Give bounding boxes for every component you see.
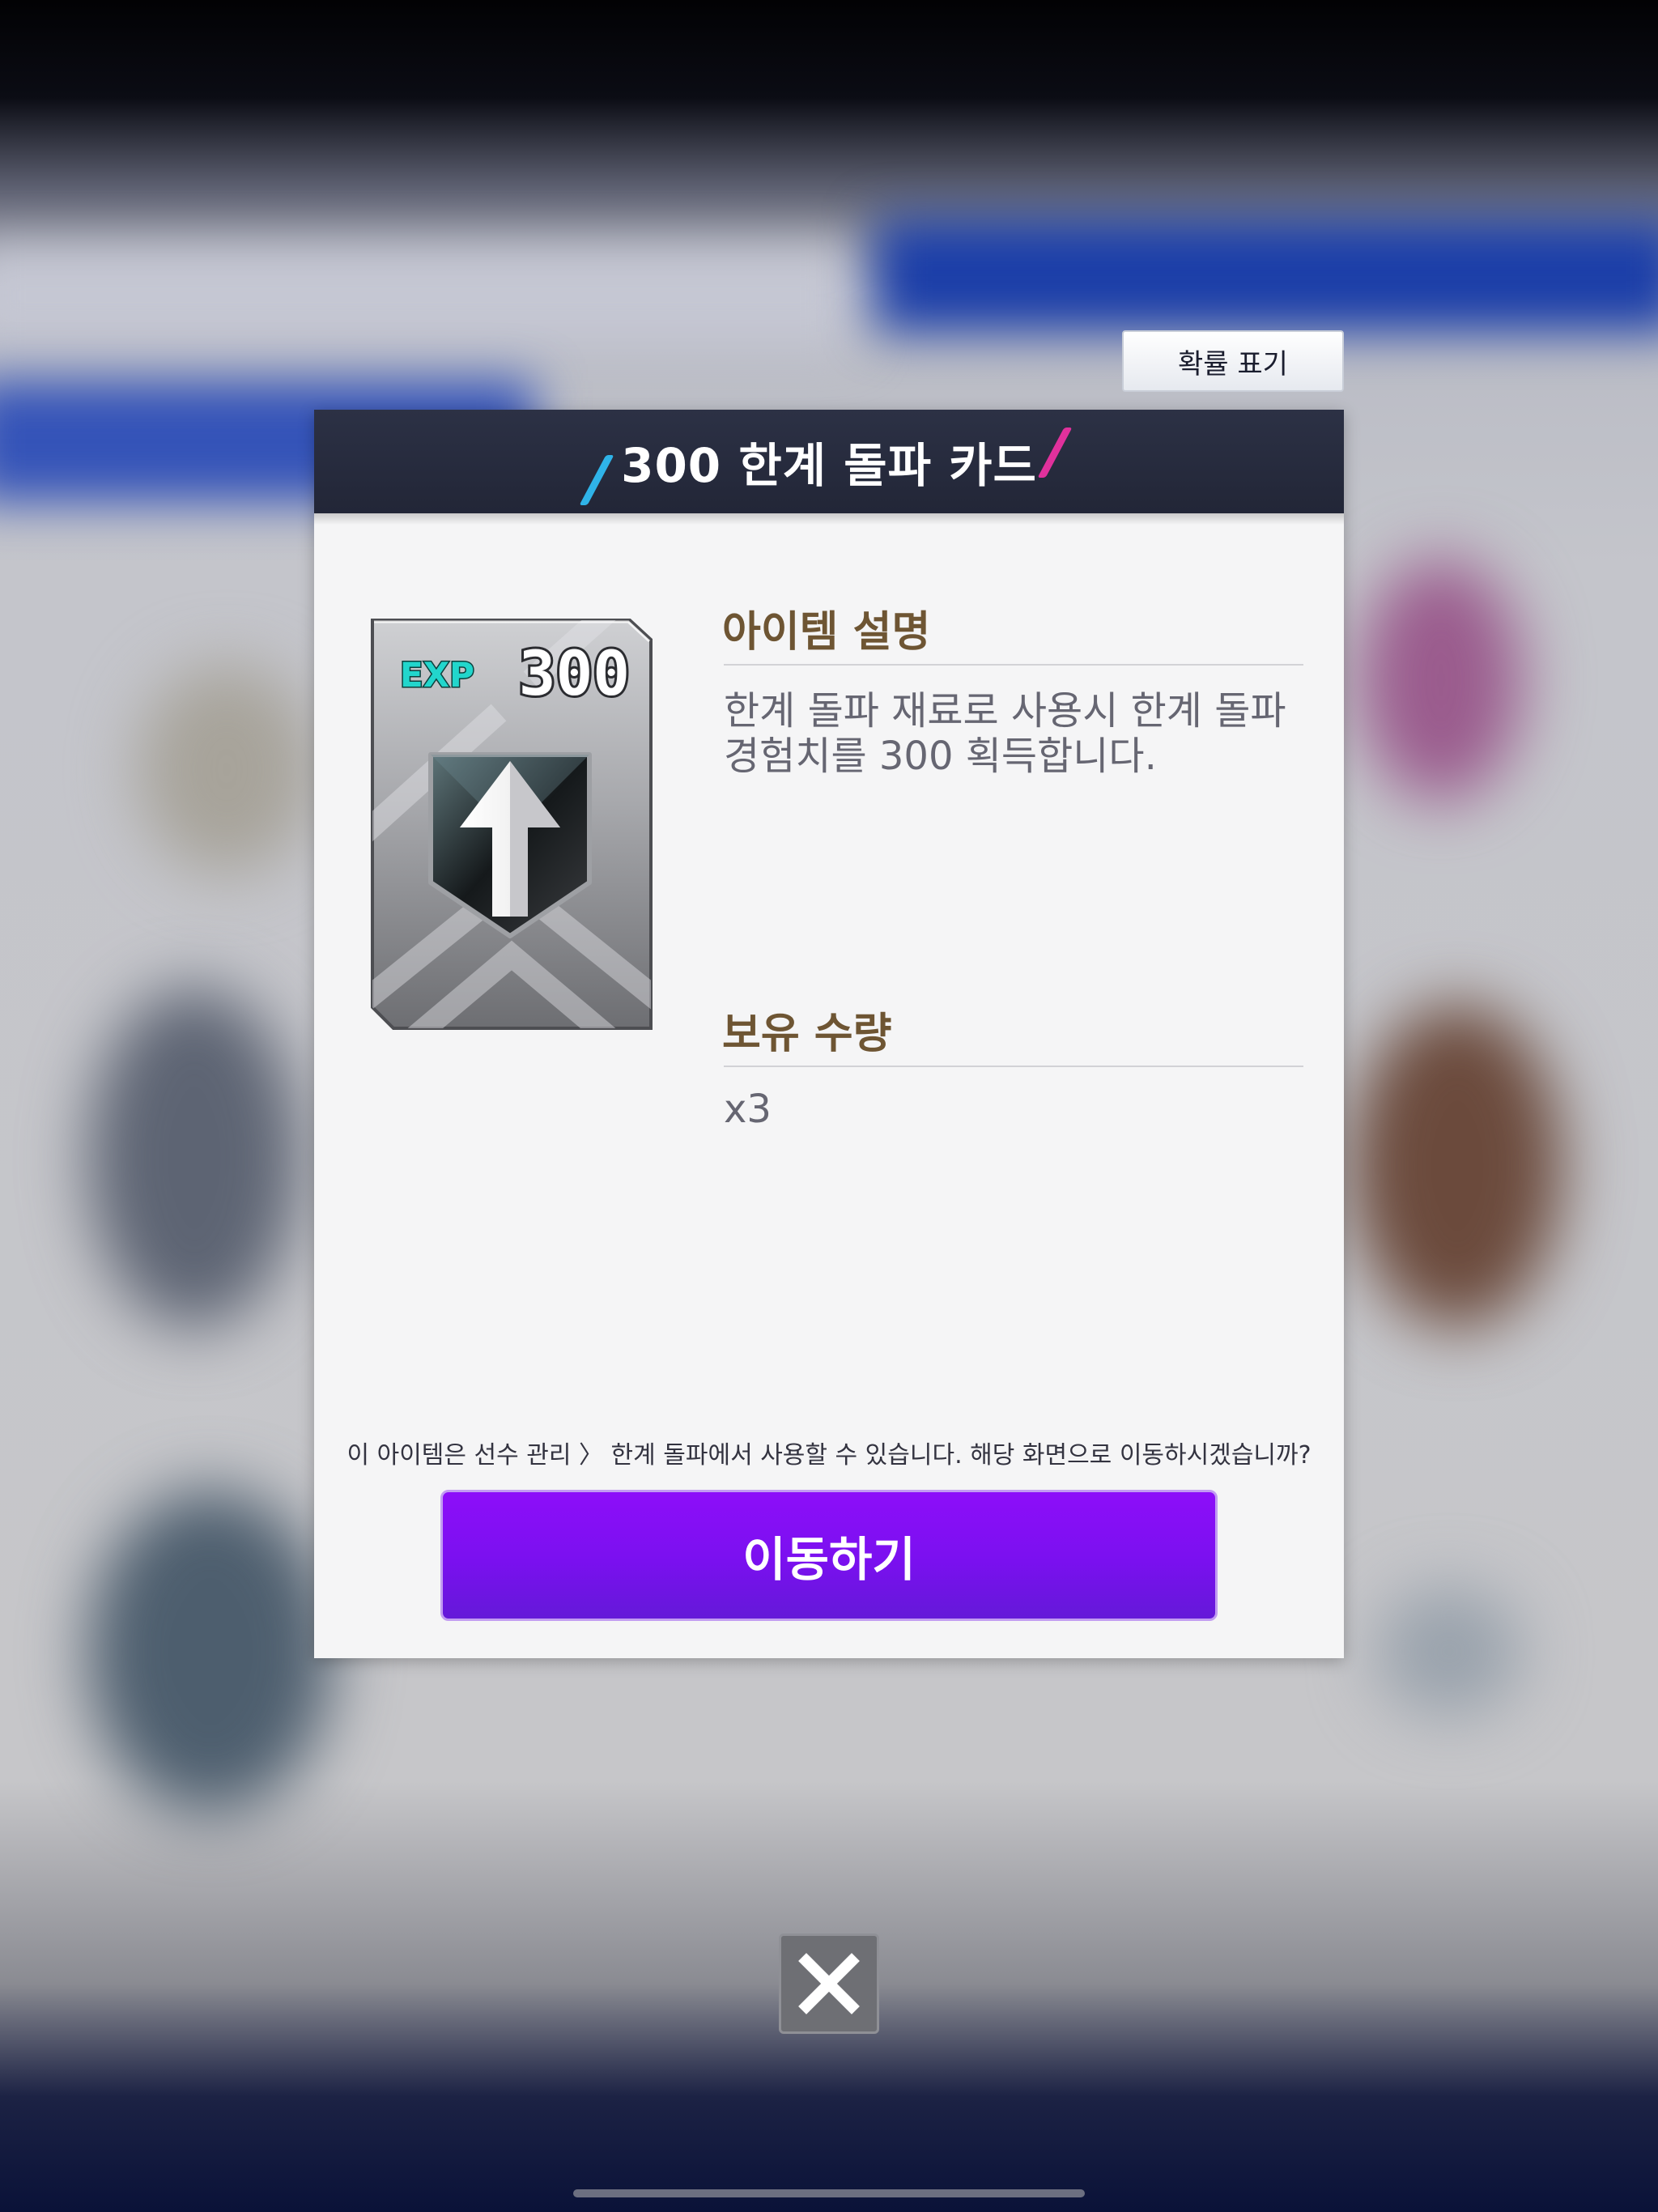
- quantity-value: x3: [724, 1087, 772, 1132]
- background-figure: [89, 988, 300, 1328]
- header-shadow: [314, 513, 1344, 525]
- background-panel: [874, 219, 1658, 332]
- background-figure: [89, 1490, 332, 1814]
- quantity-divider: [724, 1066, 1303, 1067]
- probability-display-button[interactable]: 확률 표기: [1122, 330, 1344, 392]
- accent-slash-pink: [1037, 428, 1073, 478]
- background-figure: [138, 664, 316, 874]
- go-button-label: 이동하기: [742, 1532, 916, 1587]
- item-description: 한계 돌파 재료로 사용시 한계 돌파 경험치를 300 획득합니다.: [724, 688, 1303, 779]
- background-figure: [1352, 1004, 1562, 1328]
- accent-slash-blue: [579, 455, 614, 505]
- description-line-2: 경험치를 300 획득합니다.: [724, 734, 1157, 779]
- description-divider: [724, 664, 1303, 666]
- home-indicator[interactable]: [573, 2189, 1085, 2197]
- go-button[interactable]: 이동하기: [440, 1490, 1218, 1621]
- close-icon: [798, 1953, 860, 2014]
- background-panel: [0, 243, 858, 348]
- quantity-heading: 보유 수량: [722, 1010, 892, 1058]
- usage-notice: 이 아이템은 선수 관리 〉 한계 돌파에서 사용할 수 있습니다. 해당 화면…: [346, 1441, 1312, 1470]
- dialog-title: 300 한계 돌파 카드: [621, 438, 1037, 493]
- description-line-1: 한계 돌파 재료로 사용시 한계 돌파: [724, 688, 1286, 734]
- dialog-header: 300 한계 돌파 카드: [314, 410, 1344, 513]
- item-card-image: EXP 300: [369, 615, 654, 1032]
- close-button[interactable]: [779, 1933, 879, 2034]
- background-figure: [1376, 1587, 1522, 1716]
- description-heading: 아이템 설명: [722, 608, 931, 657]
- exp-badge: EXP: [400, 655, 474, 695]
- probability-display-label: 확률 표기: [1178, 347, 1288, 381]
- card-value: 300: [519, 637, 630, 709]
- item-dialog: 300 한계 돌파 카드 EXP 300 아이템 설명 한계 돌파 재료로 사용…: [314, 410, 1344, 1658]
- background-figure: [1360, 559, 1522, 802]
